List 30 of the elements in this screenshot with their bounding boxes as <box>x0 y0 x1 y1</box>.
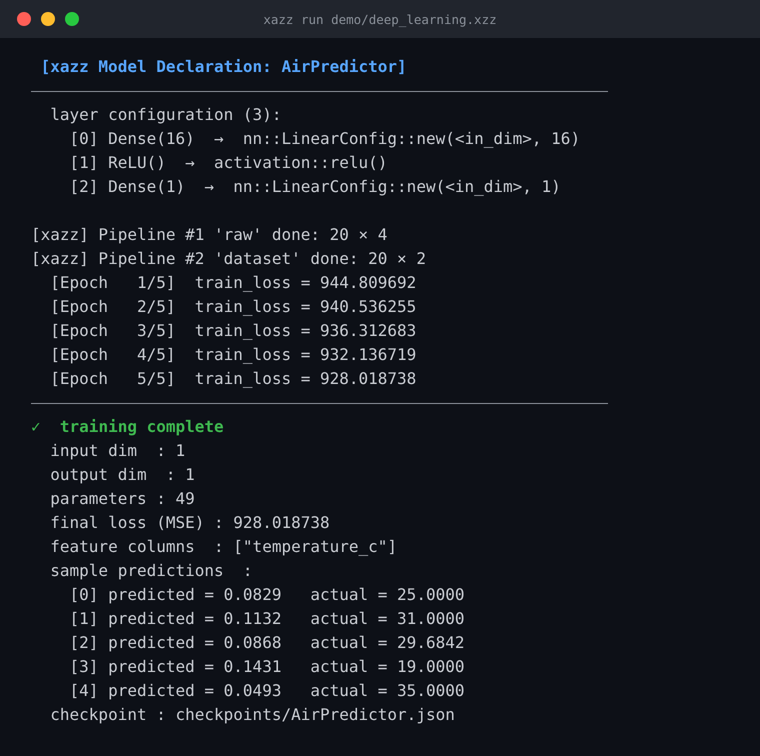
output-line: checkpoint : checkpoints/AirPredictor.json <box>49 704 455 726</box>
output-line: parameters : 49 <box>49 488 195 510</box>
section-heading: [xazz Model Declaration: AirPredictor] <box>40 56 407 78</box>
output-line: output dim : 1 <box>49 464 195 486</box>
minimize-icon[interactable] <box>41 12 55 26</box>
output-line: [1] predicted = 0.1132 actual = 31.0000 <box>68 608 464 630</box>
output-line: layer configuration (3): <box>49 104 282 126</box>
output-line: [Epoch 3/5] train_loss = 936.312683 <box>49 320 416 342</box>
status-message: training complete <box>60 416 224 438</box>
output-line: [Epoch 5/5] train_loss = 928.018738 <box>49 368 416 390</box>
check-mark: ✓ <box>31 416 41 438</box>
output-line: [1] ReLU() → activation::relu() <box>68 152 388 174</box>
maximize-icon[interactable] <box>65 12 79 26</box>
output-line: feature columns : ["temperature_c"] <box>49 536 398 558</box>
window-title: xazz run demo/deep_learning.xzz <box>263 12 497 26</box>
output-line: [xazz] Pipeline #2 'dataset' done: 20 × 2 <box>31 248 426 270</box>
output-line: [3] predicted = 0.1431 actual = 19.0000 <box>68 656 464 678</box>
output-line: [2] predicted = 0.0868 actual = 29.6842 <box>68 632 464 654</box>
output-line: [Epoch 2/5] train_loss = 940.536255 <box>49 296 416 318</box>
output-line: [xazz] Pipeline #1 'raw' done: 20 × 4 <box>31 224 388 246</box>
output-line: final loss (MSE) : 928.018738 <box>49 512 330 534</box>
output-line: [0] Dense(16) → nn::LinearConfig::new(<in_dim>, 16) <box>68 128 580 150</box>
output-line: [Epoch 4/5] train_loss = 932.136719 <box>49 344 416 366</box>
output-line: [4] predicted = 0.0493 actual = 35.0000 <box>68 680 464 702</box>
output-line: input dim : 1 <box>49 440 186 462</box>
output-line: [0] predicted = 0.0829 actual = 25.0000 <box>68 584 464 606</box>
close-icon[interactable] <box>17 12 31 26</box>
output-line: sample predictions : <box>49 560 253 582</box>
output-line: [Epoch 1/5] train_loss = 944.809692 <box>49 272 416 294</box>
output-line: [2] Dense(1) → nn::LinearConfig::new(<in_dim>, 1) <box>68 176 561 198</box>
